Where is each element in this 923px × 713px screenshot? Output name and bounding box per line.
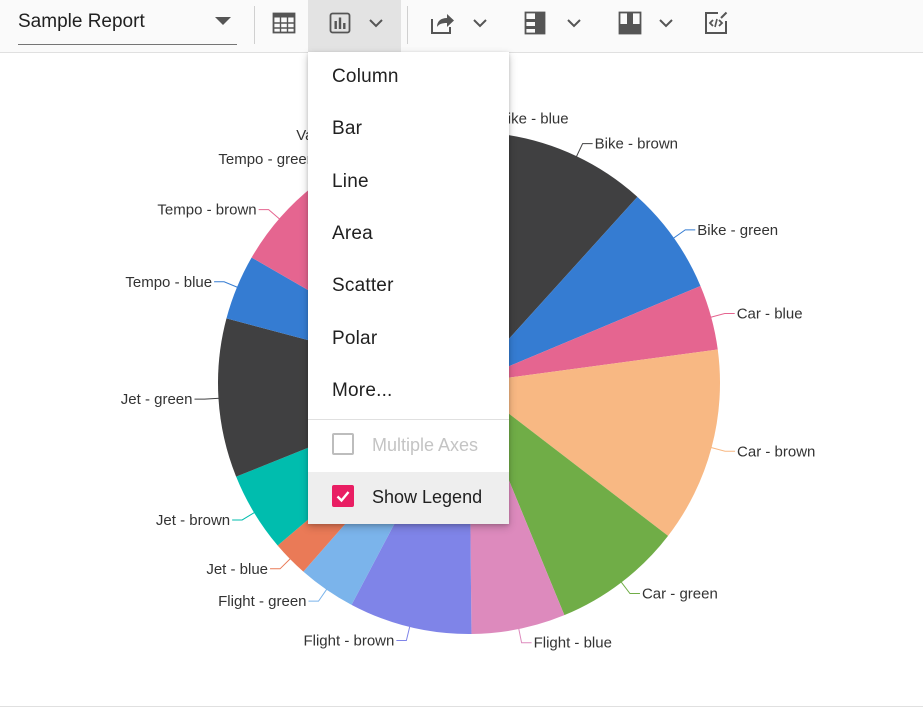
- toolbar: Sample Report: [0, 0, 923, 53]
- chart-type-menu: Column Bar Line Area Scatter Polar More.…: [308, 52, 509, 524]
- connector-line: [518, 627, 532, 644]
- menu-item-column[interactable]: Column: [308, 52, 509, 104]
- subtotals-button[interactable]: [518, 0, 590, 52]
- check-icon: [336, 491, 350, 503]
- chevron-down-icon[interactable]: [368, 17, 384, 29]
- connector-line: [620, 581, 640, 595]
- connector-line: [214, 281, 239, 288]
- toolbar-separator: [407, 6, 408, 44]
- connector-line: [308, 588, 328, 602]
- export-icon: [431, 14, 454, 34]
- grand-totals-button[interactable]: [612, 0, 684, 52]
- grid-view-button[interactable]: [266, 0, 302, 52]
- show-legend-checkbox[interactable]: [332, 485, 354, 507]
- data-label: Bike - brown: [595, 136, 678, 153]
- menu-item-bar[interactable]: Bar: [308, 104, 509, 156]
- connector-line: [194, 397, 220, 400]
- connector-line: [575, 143, 593, 158]
- data-label: Car - green: [642, 586, 718, 603]
- multiple-axes-label: Multiple Axes: [372, 435, 479, 455]
- connector-line: [258, 209, 281, 220]
- menu-item-label: Polar: [332, 328, 378, 349]
- multiple-axes-option: Multiple Axes: [308, 420, 509, 472]
- data-label: Flight - green: [218, 593, 306, 610]
- connector-line: [232, 511, 256, 521]
- menu-item-line[interactable]: Line: [308, 157, 509, 209]
- connector-line: [710, 312, 735, 318]
- chart-icon: [329, 12, 351, 34]
- bottom-border: [0, 706, 923, 707]
- data-label: Tempo - green: [218, 151, 315, 168]
- show-legend-label: Show Legend: [372, 487, 483, 507]
- menu-item-scatter[interactable]: Scatter: [308, 261, 509, 313]
- menu-item-label: Bar: [332, 118, 363, 139]
- grand-totals-icon: [618, 11, 642, 35]
- data-label: Car - brown: [737, 443, 815, 460]
- menu-item-label: Area: [332, 223, 373, 244]
- menu-item-label: Line: [332, 171, 369, 192]
- menu-item-more[interactable]: More...: [308, 366, 509, 418]
- show-legend-option[interactable]: Show Legend: [308, 472, 509, 524]
- report-select[interactable]: Sample Report: [18, 0, 237, 45]
- chart-view-button[interactable]: [308, 0, 401, 52]
- report-select-value: Sample Report: [18, 11, 145, 32]
- mdx-icon: [705, 11, 728, 34]
- data-label: Flight - brown: [303, 632, 394, 649]
- chevron-down-icon[interactable]: [658, 17, 674, 29]
- chevron-down-icon[interactable]: [472, 17, 488, 29]
- data-label: Car - blue: [737, 305, 803, 322]
- export-button[interactable]: [424, 0, 496, 52]
- menu-item-polar[interactable]: Polar: [308, 314, 509, 366]
- mdx-button[interactable]: [698, 0, 734, 52]
- data-label: Jet - blue: [206, 561, 268, 578]
- caret-down-icon: [215, 17, 231, 25]
- connector-line: [672, 229, 696, 239]
- grid-icon: [272, 12, 296, 34]
- data-label: Jet - green: [121, 391, 193, 408]
- menu-item-area[interactable]: Area: [308, 209, 509, 261]
- connector-line: [270, 557, 292, 570]
- toolbar-separator: [254, 6, 255, 44]
- data-label: Flight - blue: [534, 635, 612, 652]
- menu-item-label: More...: [332, 380, 393, 401]
- multiple-axes-checkbox: [332, 433, 354, 455]
- data-label: Jet - brown: [156, 512, 230, 529]
- connector-line: [396, 625, 411, 641]
- subtotals-icon: [524, 11, 546, 35]
- data-label: Tempo - blue: [125, 274, 212, 291]
- data-label: Tempo - brown: [157, 202, 256, 219]
- connector-line: [710, 446, 736, 452]
- menu-item-label: Column: [332, 66, 399, 87]
- menu-item-label: Scatter: [332, 275, 394, 296]
- data-label: Bike - green: [697, 222, 778, 239]
- chevron-down-icon[interactable]: [566, 17, 582, 29]
